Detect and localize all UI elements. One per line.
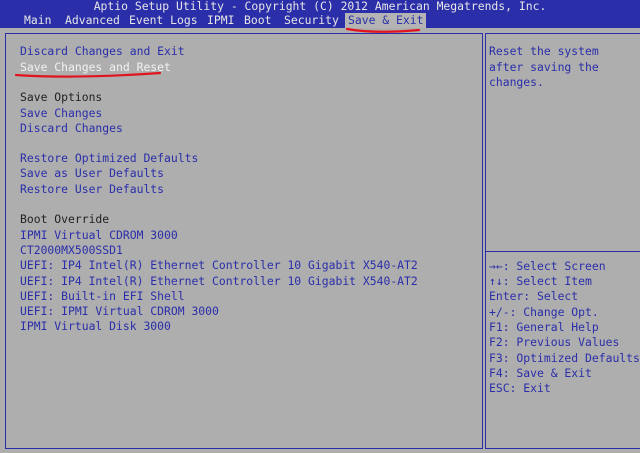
boot-item[interactable]: IPMI Virtual Disk 3000 bbox=[20, 319, 171, 334]
key-hint-general-help: F1: General Help bbox=[489, 320, 599, 334]
help-divider bbox=[486, 251, 640, 252]
help-text-line: after saving the bbox=[489, 60, 599, 74]
tab-save-exit[interactable]: Save & Exit bbox=[345, 13, 427, 28]
tab-ipmi[interactable]: IPMI bbox=[207, 13, 234, 28]
boot-item[interactable]: CT2000MX500SSD1 bbox=[20, 243, 123, 258]
help-text-line: Reset the system bbox=[489, 44, 599, 58]
key-hint-enter: Enter: Select bbox=[489, 289, 579, 303]
boot-item[interactable]: UEFI: IP4 Intel(R) Ethernet Controller 1… bbox=[20, 258, 418, 273]
section-header-save-options: Save Options bbox=[20, 90, 103, 104]
boot-item[interactable]: UEFI: IPMI Virtual CDROM 3000 bbox=[20, 304, 219, 319]
menu-item-save-changes-and-reset[interactable]: Save Changes and Reset bbox=[20, 60, 171, 75]
key-hint-optimized-defaults: F3: Optimized Defaults bbox=[489, 351, 640, 365]
help-panel: Reset the system after saving the change… bbox=[485, 33, 640, 449]
boot-item[interactable]: UEFI: IP4 Intel(R) Ethernet Controller 1… bbox=[20, 274, 418, 289]
title-bar: Aptio Setup Utility - Copyright (C) 2012… bbox=[0, 0, 640, 28]
menu-panel: Discard Changes and Exit Save Changes an… bbox=[5, 33, 483, 449]
menu-item-save-as-user-defaults[interactable]: Save as User Defaults bbox=[20, 166, 164, 181]
menu-item-restore-optimized-defaults[interactable]: Restore Optimized Defaults bbox=[20, 151, 198, 166]
tab-main[interactable]: Main bbox=[24, 13, 51, 28]
menu-item-save-changes[interactable]: Save Changes bbox=[20, 106, 102, 121]
key-hint-previous-values: F2: Previous Values bbox=[489, 335, 620, 349]
key-hint-save-exit: F4: Save & Exit bbox=[489, 366, 592, 380]
boot-item[interactable]: UEFI: Built-in EFI Shell bbox=[20, 289, 185, 304]
key-hint-select-item: ↑↓: Select Item bbox=[489, 274, 592, 288]
tab-security[interactable]: Security bbox=[284, 13, 339, 28]
menu-item-restore-user-defaults[interactable]: Restore User Defaults bbox=[20, 182, 164, 197]
boot-item[interactable]: IPMI Virtual CDROM 3000 bbox=[20, 228, 178, 243]
key-hint-esc-exit: ESC: Exit bbox=[489, 381, 551, 395]
menu-item-discard-changes[interactable]: Discard Changes bbox=[20, 121, 123, 136]
help-text-line: changes. bbox=[489, 75, 544, 89]
app-title: Aptio Setup Utility - Copyright (C) 2012… bbox=[93, 0, 547, 13]
tab-boot[interactable]: Boot bbox=[244, 13, 271, 28]
section-header-boot-override: Boot Override bbox=[20, 212, 110, 226]
tab-event-logs[interactable]: Event Logs bbox=[129, 13, 198, 28]
key-hint-change-opt: +/-: Change Opt. bbox=[489, 305, 599, 319]
menu-item-discard-changes-and-exit[interactable]: Discard Changes and Exit bbox=[20, 44, 185, 59]
key-hint-select-screen: →←: Select Screen bbox=[489, 259, 606, 273]
tab-advanced[interactable]: Advanced bbox=[65, 13, 120, 28]
